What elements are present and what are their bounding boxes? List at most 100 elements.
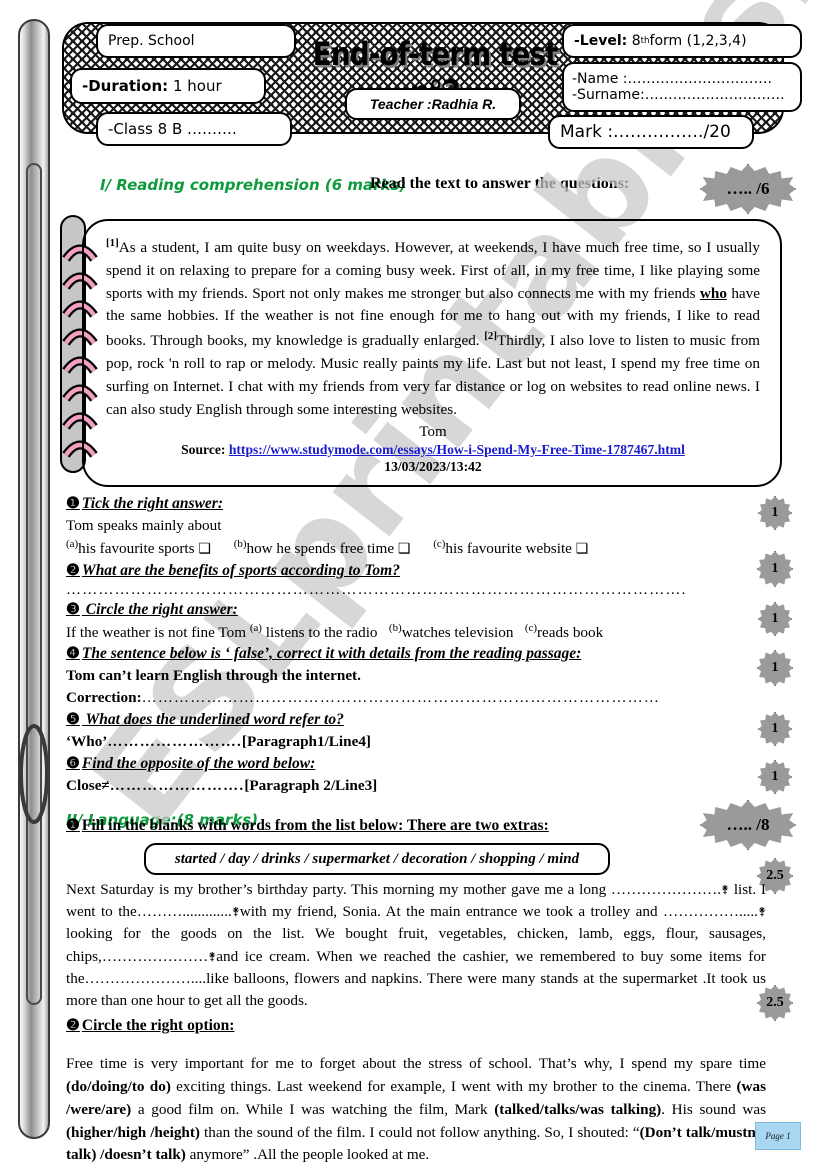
question-2-answer-line[interactable]: …………………………………………………………………………………………………….	[66, 582, 726, 599]
reading-questions-list: ❶ Tick the right answer: Tom speaks mainl…	[66, 493, 726, 798]
name-surname-field[interactable]: -Name :…………………………. -Surname:…………………………	[562, 62, 802, 112]
paragraph-1-part-a: As a student, I am quite busy on weekday…	[106, 239, 760, 302]
page-number-note: Page 1	[755, 1122, 801, 1150]
question-1-title: ❶ Tick the right answer:	[66, 493, 726, 515]
question-1: ❶ Tick the right answer: Tom speaks mainl…	[66, 493, 726, 560]
word-bank-text: started / day / drinks / supermarket / d…	[174, 850, 580, 867]
teacher-field: Teacher :Radhia R.	[345, 88, 521, 120]
circle-option-4[interactable]: (higher/high /height)	[66, 1124, 200, 1141]
task2-title-text: Circle the right option:	[81, 1017, 235, 1035]
question-4-mark-badge: 1	[757, 650, 793, 686]
q3-option-a-text[interactable]: listens to the radio	[262, 624, 381, 641]
question-3: ❸ Circle the right answer: If the weathe…	[66, 599, 726, 644]
q6-word: Close≠	[66, 777, 110, 795]
worksheet-header: Prep. School -Duration: 1 hour -Class 8 …	[0, 0, 821, 160]
question-2: ❷ What are the benefits of sports accordi…	[66, 560, 726, 599]
circle-option-1[interactable]: (do/doing/to do)	[66, 1078, 171, 1095]
question-4-title-text: The sentence below is ‘ false’, correct …	[81, 645, 582, 663]
option-b-checkbox[interactable]: ❑	[398, 542, 411, 557]
correction-line[interactable]: ……………………………………………………………………………………	[142, 690, 660, 706]
question-2-bullet: ❷	[66, 561, 80, 579]
paragraph-2-marker: [2]	[484, 330, 497, 343]
question-4: ❹ The sentence below is ‘ false’, correct…	[66, 643, 726, 709]
question-1-mark-badge: 1	[758, 496, 792, 530]
reading-section-heading: I/ Reading comprehension (6 marks)	[100, 176, 407, 194]
task1-bullet: ❶	[66, 817, 80, 834]
question-1-title-text: Tick the right answer:	[81, 495, 223, 512]
circle-option-3[interactable]: (talked/talks/was talking)	[494, 1101, 661, 1118]
q3-option-c-text[interactable]: reads book	[537, 624, 603, 641]
name-line: -Name :………………………….	[572, 71, 772, 87]
surname-line: -Surname:…………………………	[572, 87, 785, 103]
question-1-options: (a)his favourite sports ❑ (b)how he spen…	[66, 537, 726, 560]
duration-field: -Duration: 1 hour	[70, 68, 266, 104]
page-number-text: Page 1	[765, 1131, 791, 1141]
question-6-answer: Close≠…………………….[Paragraph 2/Line3]	[66, 775, 726, 797]
level-value-number: 8	[631, 33, 641, 49]
circle-part-c: a good film on. While I was watching the…	[131, 1100, 495, 1118]
class-field: -Class 8 B ……….	[96, 112, 292, 146]
q6-answer-line[interactable]: …………………….	[110, 778, 245, 794]
option-c-text: his favourite website	[445, 539, 576, 557]
level-value-rest: form (1,2,3,4)	[649, 33, 747, 49]
source-label: Source:	[181, 441, 226, 457]
question-6-title-text: Find the opposite of the word below:	[81, 755, 316, 773]
option-a-checkbox[interactable]: ❑	[198, 542, 211, 557]
question-6: ❻ Find the opposite of the word below: Cl…	[66, 753, 726, 797]
question-4-bullet: ❹	[66, 645, 80, 663]
needle-decoration	[18, 19, 50, 1139]
q5-answer-line[interactable]: …………………….	[107, 734, 242, 750]
task1-title-text: Fill in the blanks with words from the l…	[81, 817, 549, 834]
question-4-correction: Correction:………………………………………………………………………………	[66, 687, 726, 709]
gapfill-part-a: Next Saturday is my brother’s birthday p…	[66, 881, 722, 898]
level-field: -Level: 8th form (1,2,3,4)	[562, 24, 802, 58]
school-field: Prep. School	[96, 24, 296, 58]
question-3-stem: If the weather is not fine Tom	[66, 623, 250, 641]
question-6-mark-badge: 1	[758, 760, 792, 794]
language-section: ❶ Fill in the blanks with words from the …	[66, 815, 766, 1167]
language-task1-title: ❶ Fill in the blanks with words from the …	[66, 815, 766, 837]
level-label: -Level:	[574, 33, 628, 49]
gap-marker-2: ⚵	[231, 906, 240, 919]
option-c-checkbox[interactable]: ❑	[576, 542, 589, 557]
question-5-mark-badge: 1	[758, 712, 792, 746]
question-1-stem: Tom speaks mainly about	[66, 517, 222, 534]
question-2-title-text: What are the benefits of sports accordin…	[81, 561, 400, 579]
teacher-label: Teacher :Radhia R.	[369, 96, 497, 112]
circle-part-a: Free time is very important for me to fo…	[66, 1055, 766, 1073]
duration-label: -Duration:	[82, 77, 169, 95]
reading-instruction: Read the text to answer the questions:	[370, 175, 630, 192]
option-b-label: (b)	[233, 537, 247, 550]
mark-label: Mark :……………./20	[560, 122, 731, 142]
q6-reference: [Paragraph 2/Line3]	[244, 777, 378, 795]
gap-marker-1: ⚵	[721, 884, 730, 896]
gap-fill-paragraph[interactable]: Next Saturday is my brother’s birthday p…	[66, 879, 766, 1012]
question-6-bullet: ❻	[66, 755, 80, 773]
reading-passage-text: [1]As a student, I am quite busy on week…	[106, 235, 760, 422]
q3-option-b-text[interactable]: watches television	[402, 624, 518, 641]
passage-author: Tom	[419, 423, 447, 440]
question-4-title: ❹ The sentence below is ‘ false’, correct…	[66, 643, 726, 665]
source-url-link[interactable]: https://www.studymode.com/essays/How-i-S…	[229, 442, 685, 457]
circle-part-d: . His sound was	[661, 1100, 766, 1118]
reading-mark-badge: ….. /6	[700, 164, 796, 214]
circle-option-paragraph[interactable]: Free time is very important for me to fo…	[66, 1053, 766, 1167]
duration-value: 1 hour	[172, 77, 222, 95]
option-a-text: his favourite sports	[78, 539, 199, 557]
passage-source-line: Source: https://www.studymode.com/essays…	[106, 442, 760, 458]
passage-date: 13/03/2023/13:42	[384, 458, 482, 474]
question-3-mark-badge: 1	[758, 602, 792, 636]
question-3-title: ❸ Circle the right answer:	[66, 599, 726, 621]
option-a-label: (a)	[66, 537, 79, 550]
question-4-false-sentence: Tom can’t learn English through the inte…	[66, 667, 361, 685]
question-3-title-text: Circle the right answer:	[81, 600, 238, 618]
paragraph-1-marker: [1]	[106, 237, 119, 249]
circle-part-e: than the sound of the film. I could not …	[199, 1123, 640, 1141]
question-5: ❺ What does the underlined word refer to…	[66, 709, 726, 753]
question-5-title: ❺ What does the underlined word refer to…	[66, 709, 726, 731]
question-5-bullet: ❺	[66, 711, 80, 729]
question-3-options: If the weather is not fine Tom (a) liste…	[66, 621, 726, 644]
question-1-bullet: ❶	[66, 495, 80, 512]
language-task2-title: ❷ Circle the right option:	[66, 1015, 766, 1037]
mark-field[interactable]: Mark :……………./20	[548, 115, 754, 149]
